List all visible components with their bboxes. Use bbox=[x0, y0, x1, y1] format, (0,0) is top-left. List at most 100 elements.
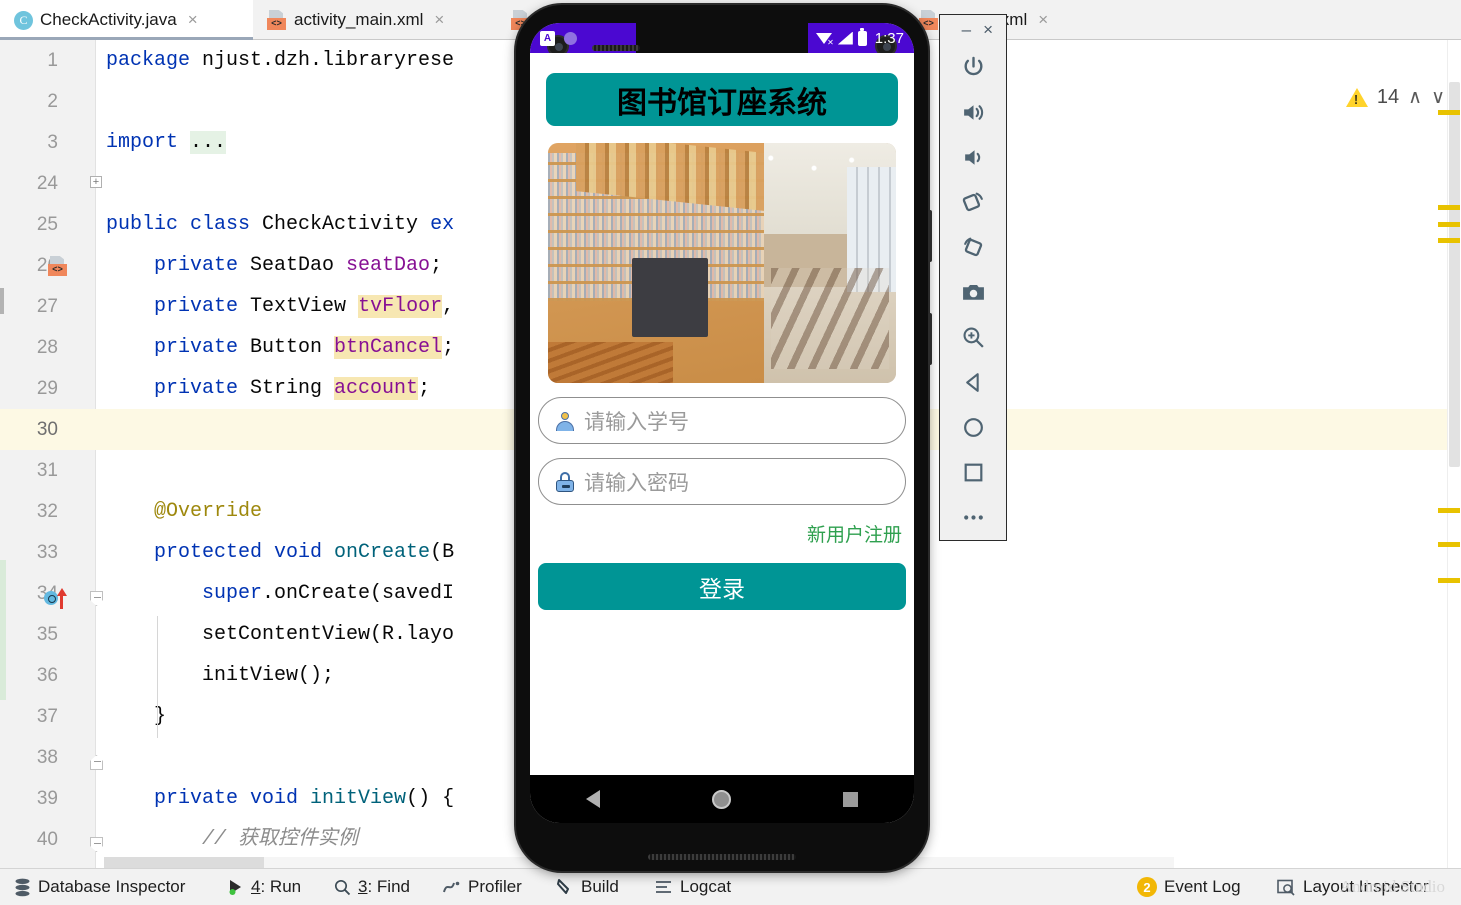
recents-square-icon[interactable] bbox=[843, 791, 858, 807]
line-number: 40 bbox=[36, 829, 58, 850]
warning-marker[interactable] bbox=[1438, 542, 1460, 547]
volume-up-icon[interactable] bbox=[940, 90, 1006, 135]
zoom-in-icon[interactable] bbox=[940, 315, 1006, 360]
status-item-label: Logcat bbox=[680, 877, 732, 896]
database-icon bbox=[15, 878, 30, 896]
line-number: 27 bbox=[36, 296, 58, 317]
run-icon bbox=[229, 880, 241, 895]
status-item-label: Database Inspector bbox=[38, 877, 186, 896]
line-text: private SeatDao seatDao; bbox=[106, 254, 443, 277]
power-icon[interactable] bbox=[940, 45, 1006, 90]
java-class-icon: C bbox=[14, 10, 33, 30]
register-link[interactable]: 新用户注册 bbox=[530, 520, 902, 547]
close-icon[interactable]: × bbox=[983, 20, 993, 40]
warning-marker[interactable] bbox=[1438, 238, 1460, 243]
password-field[interactable]: 请输入密码 bbox=[538, 458, 906, 505]
volume-down-hardware-button[interactable] bbox=[928, 313, 932, 365]
line-number: 37 bbox=[36, 706, 58, 727]
logcat-icon bbox=[656, 881, 671, 893]
warning-marker[interactable] bbox=[1438, 110, 1460, 115]
emulator-device-frame[interactable]: A ✕ 1:37 图书馆订座系统 请输入学号 请输入密码 新用户注册 登录 bbox=[516, 5, 932, 871]
inspection-summary[interactable]: 14 ∧ ∨ bbox=[1345, 86, 1445, 109]
status-item-label: Profiler bbox=[468, 877, 522, 896]
line-number: 38 bbox=[36, 747, 58, 768]
app-title-banner: 图书馆订座系统 bbox=[546, 73, 898, 126]
tab-label: CheckActivity.java bbox=[40, 10, 177, 29]
line-number: 30 bbox=[36, 419, 58, 440]
line-text: private String account; bbox=[106, 377, 431, 400]
line-text: private void initView() { bbox=[106, 787, 455, 810]
login-button[interactable]: 登录 bbox=[538, 563, 906, 610]
override-gutter-icon[interactable] bbox=[44, 588, 70, 610]
volume-down-icon[interactable] bbox=[940, 135, 1006, 180]
mnemonic: 3 bbox=[358, 877, 368, 896]
volume-up-hardware-button[interactable] bbox=[928, 210, 932, 262]
watermark-text: Android Studio bbox=[1339, 877, 1445, 896]
build-hammer-icon bbox=[557, 879, 569, 894]
back-nav-icon[interactable] bbox=[940, 360, 1006, 405]
student-id-placeholder: 请输入学号 bbox=[584, 410, 689, 434]
warning-marker[interactable] bbox=[1438, 508, 1460, 513]
line-text: public class CheckActivity ex bbox=[106, 213, 455, 236]
minimize-icon[interactable]: – bbox=[962, 20, 971, 40]
line-text: super.onCreate(savedI bbox=[106, 582, 455, 605]
line-text: protected void onCreate(B bbox=[106, 541, 455, 564]
notification-dot-icon bbox=[564, 31, 577, 45]
tab-close-icon[interactable]: × bbox=[188, 10, 198, 30]
emulator-screen[interactable]: A ✕ 1:37 图书馆订座系统 请输入学号 请输入密码 新用户注册 登录 bbox=[530, 23, 914, 823]
fold-expand-icon[interactable]: + bbox=[90, 176, 102, 188]
line-number: 3 bbox=[47, 132, 58, 153]
apk-install-icon: A bbox=[540, 30, 555, 46]
warning-marker[interactable] bbox=[1438, 222, 1460, 227]
scrollbar-thumb[interactable] bbox=[104, 857, 264, 868]
next-problem-icon[interactable]: ∨ bbox=[1431, 86, 1445, 109]
line-number: 35 bbox=[36, 624, 58, 645]
editor-vertical-scrollbar[interactable] bbox=[1438, 40, 1461, 868]
signal-bars-icon bbox=[837, 31, 853, 45]
line-text: package njust.dzh.libraryrese bbox=[106, 49, 455, 72]
status-build[interactable]: Build bbox=[556, 877, 619, 897]
xml-layout-icon: <> bbox=[267, 10, 287, 30]
scrollbar-thumb[interactable] bbox=[1449, 82, 1460, 467]
line-number: 28 bbox=[36, 337, 58, 358]
user-icon bbox=[555, 411, 575, 431]
warning-marker[interactable] bbox=[1438, 578, 1460, 583]
status-item-label: 3: Find bbox=[358, 877, 410, 896]
line-text: private TextView tvFloor, bbox=[106, 295, 455, 318]
status-find[interactable]: 3: Find bbox=[334, 877, 410, 897]
line-text: private Button btnCancel; bbox=[106, 336, 455, 359]
warning-marker[interactable] bbox=[1438, 205, 1460, 210]
screenshot-camera-icon[interactable] bbox=[940, 270, 1006, 315]
tab-close-icon[interactable]: × bbox=[1038, 10, 1048, 30]
emulator-toolbar[interactable]: – × bbox=[939, 14, 1007, 541]
overview-nav-icon[interactable] bbox=[940, 450, 1006, 495]
student-id-field[interactable]: 请输入学号 bbox=[538, 397, 906, 444]
status-event-log[interactable]: 2 Event Log bbox=[1137, 877, 1241, 897]
more-options-icon[interactable] bbox=[940, 495, 1006, 540]
tab-activity-main-xml[interactable]: <> activity_main.xml × bbox=[253, 0, 492, 40]
home-nav-icon[interactable] bbox=[940, 405, 1006, 450]
xml-layout-icon[interactable]: <> bbox=[48, 256, 68, 276]
line-number: 33 bbox=[36, 542, 58, 563]
event-count-badge: 2 bbox=[1137, 877, 1157, 897]
rotate-left-icon[interactable] bbox=[940, 180, 1006, 225]
tab-close-icon[interactable]: × bbox=[434, 10, 444, 30]
home-circle-icon[interactable] bbox=[712, 789, 731, 809]
rotate-right-icon[interactable] bbox=[940, 225, 1006, 270]
bottom-speaker-grill bbox=[648, 854, 796, 860]
line-text: import ... bbox=[106, 131, 227, 154]
back-triangle-icon[interactable] bbox=[586, 790, 600, 808]
xml-layout-icon: <> bbox=[919, 10, 939, 30]
line-number: 32 bbox=[36, 501, 58, 522]
line-number: 31 bbox=[36, 460, 58, 481]
line-number: 36 bbox=[36, 665, 58, 686]
tab-checkactivity-java[interactable]: C CheckActivity.java × bbox=[0, 0, 253, 40]
status-logcat[interactable]: Logcat bbox=[655, 877, 731, 897]
status-database-inspector[interactable]: Database Inspector bbox=[14, 877, 185, 897]
android-navigation-bar bbox=[530, 775, 914, 823]
prev-problem-icon[interactable]: ∧ bbox=[1408, 86, 1422, 109]
status-profiler[interactable]: Profiler bbox=[443, 877, 522, 897]
status-run[interactable]: 4: Run bbox=[228, 877, 301, 897]
status-item-label: Event Log bbox=[1164, 877, 1241, 896]
warning-triangle-icon bbox=[1345, 88, 1368, 107]
